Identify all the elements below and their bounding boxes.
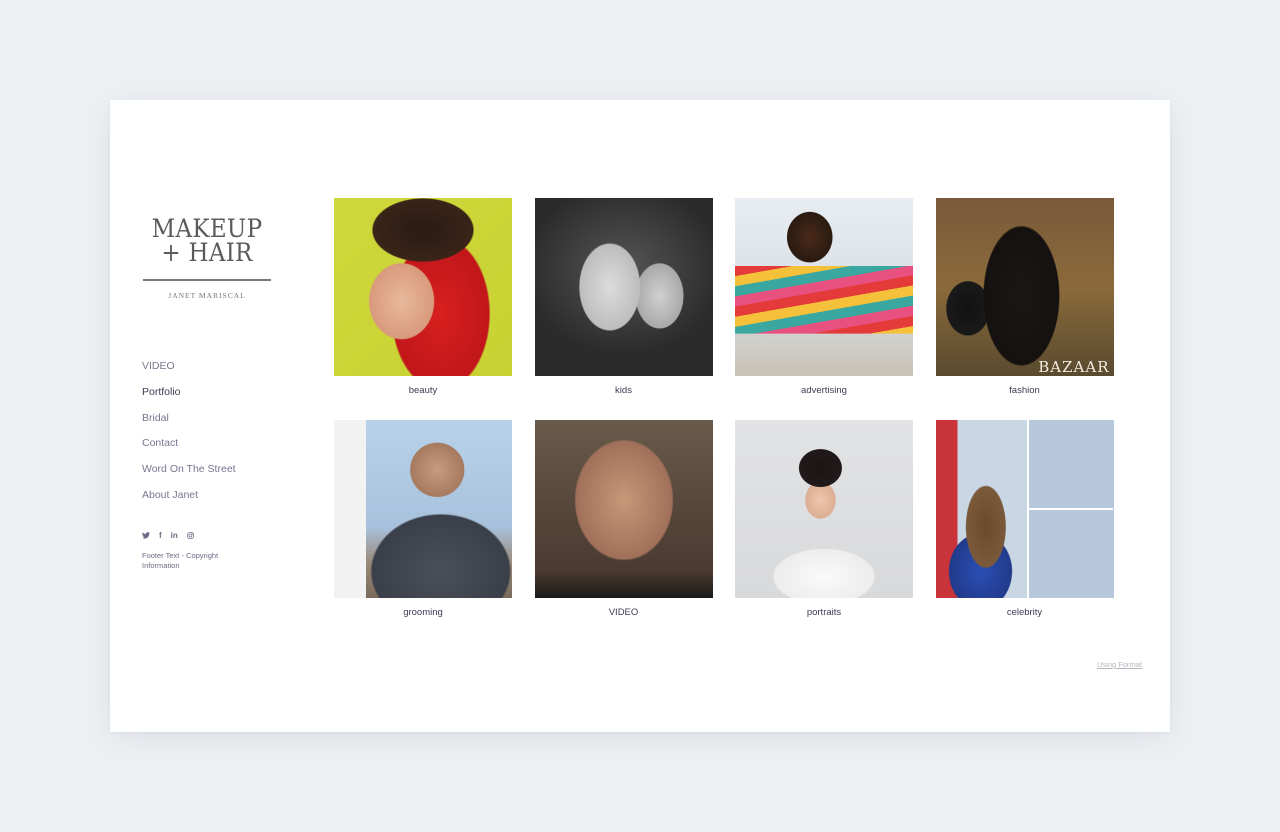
gallery-image[interactable]: [534, 198, 713, 376]
linkedin-icon[interactable]: in: [171, 531, 178, 540]
nav-item-video[interactable]: VIDEO: [142, 358, 236, 384]
gallery-tile-advertising[interactable]: advertising: [735, 198, 913, 398]
bazaar-overlay-text: BAZAAR: [1038, 358, 1110, 376]
gallery-image[interactable]: [935, 420, 1114, 598]
gallery-image[interactable]: [534, 420, 713, 598]
gallery-image[interactable]: [735, 420, 913, 598]
gallery-image[interactable]: [334, 198, 512, 376]
site-frame: MAKEUP + HAIR JANET MARISCAL VIDEO Portf…: [110, 100, 1170, 732]
instagram-icon[interactable]: [187, 532, 194, 539]
gallery-tile-grooming[interactable]: grooming: [334, 420, 512, 620]
footer-copyright: Footer Text - Copyright Information: [142, 551, 219, 570]
gallery-caption[interactable]: grooming: [334, 606, 512, 620]
logo-subtitle: JANET MARISCAL: [168, 291, 246, 300]
gallery-caption[interactable]: advertising: [735, 384, 913, 398]
nav-item-portfolio[interactable]: Portfolio: [142, 384, 236, 410]
gallery-caption[interactable]: portraits: [735, 606, 913, 620]
using-format-link[interactable]: Using Format: [1062, 660, 1142, 669]
twitter-icon[interactable]: [142, 532, 150, 539]
gallery-image[interactable]: [735, 198, 913, 376]
main-nav: VIDEO Portfolio Bridal Contact Word On T…: [142, 358, 236, 513]
nav-item-bridal[interactable]: Bridal: [142, 410, 236, 436]
nav-item-word-on-the-street[interactable]: Word On The Street: [142, 461, 236, 487]
gallery-caption[interactable]: kids: [535, 384, 713, 398]
gallery-caption[interactable]: VIDEO: [535, 606, 713, 620]
gallery-tile-kids[interactable]: kids: [534, 198, 713, 398]
nav-item-contact[interactable]: Contact: [142, 435, 236, 461]
gallery-tile-fashion[interactable]: BAZAAR fashion: [935, 198, 1114, 398]
gallery-image[interactable]: [334, 420, 512, 598]
logo-divider: [143, 279, 271, 281]
gallery-tile-portraits[interactable]: portraits: [735, 420, 913, 620]
site-logo[interactable]: MAKEUP + HAIR JANET MARISCAL: [143, 216, 271, 300]
facebook-icon[interactable]: f: [159, 531, 162, 540]
gallery-tile-video[interactable]: VIDEO: [534, 420, 713, 620]
gallery-tile-beauty[interactable]: beauty: [334, 198, 512, 398]
gallery-caption[interactable]: celebrity: [936, 606, 1114, 620]
gallery-tile-celebrity[interactable]: celebrity: [935, 420, 1114, 620]
gallery-image[interactable]: BAZAAR: [935, 198, 1114, 376]
gallery-caption[interactable]: beauty: [334, 384, 512, 398]
logo-title-line-2: + HAIR: [161, 238, 253, 267]
social-links: f in: [142, 531, 194, 540]
nav-item-about-janet[interactable]: About Janet: [142, 487, 236, 513]
gallery-caption[interactable]: fashion: [936, 384, 1114, 398]
portfolio-grid: beauty kids advertising BAZAAR fashion g…: [334, 198, 1114, 620]
